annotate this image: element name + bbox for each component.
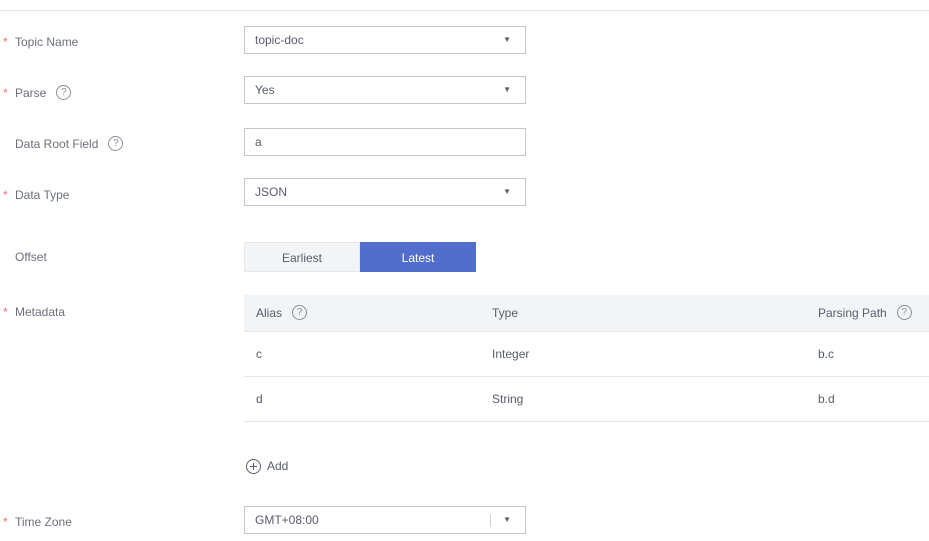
data-root-field-label-text: Data Root Field [15, 137, 99, 151]
required-marker: * [3, 86, 8, 100]
help-icon[interactable]: ? [56, 85, 72, 101]
parse-select[interactable]: Yes ▼ [244, 76, 526, 104]
add-metadata-button[interactable]: Add [246, 456, 288, 476]
data-type-label: * Data Type [0, 185, 69, 205]
alias-cell[interactable]: d [256, 377, 263, 421]
data-root-field-value: a [255, 135, 262, 149]
column-header-alias: Alias? [256, 295, 308, 331]
table-row: c Integer b.c [244, 332, 929, 377]
required-marker: * [3, 515, 8, 529]
offset-toggle: Earliest Latest [244, 242, 476, 272]
offset-earliest-button[interactable]: Earliest [244, 242, 360, 272]
chevron-down-icon: ▼ [503, 187, 511, 196]
data-type-select[interactable]: JSON ▼ [244, 178, 526, 206]
help-icon[interactable]: ? [896, 304, 912, 320]
required-marker: * [3, 305, 8, 319]
time-zone-label-text: Time Zone [15, 515, 72, 529]
column-header-type: Type [492, 306, 519, 320]
add-label: Add [267, 459, 289, 473]
chevron-down-icon: ▼ [503, 515, 511, 524]
table-header: Alias? Type Parsing Path? [244, 295, 929, 332]
offset-label: Offset [0, 247, 47, 267]
help-icon[interactable]: ? [292, 304, 308, 320]
add-circle-icon [246, 458, 261, 474]
topic-name-select[interactable]: topic-doc ▼ [244, 26, 526, 54]
data-root-field-input[interactable]: a [244, 128, 526, 156]
data-type-label-text: Data Type [15, 188, 70, 202]
parsing-path-cell[interactable]: b.c [818, 332, 834, 376]
select-divider [490, 514, 491, 527]
topic-name-label: * Topic Name [0, 32, 78, 52]
table-row: d String b.d [244, 377, 929, 422]
chevron-down-icon: ▼ [503, 35, 511, 44]
column-header-alias-text: Alias [256, 306, 283, 320]
offset-label-text: Offset [15, 250, 47, 264]
column-header-parsing-path-text: Parsing Path [818, 306, 887, 320]
type-cell[interactable]: String [492, 377, 523, 421]
metadata-label: * Metadata [0, 302, 65, 322]
time-zone-value: GMT+08:00 [255, 513, 319, 527]
divider [0, 10, 929, 11]
stream-config-form: * Topic Name topic-doc ▼ * Parse? Yes ▼ Da… [0, 0, 929, 541]
time-zone-select[interactable]: GMT+08:00 ▼ [244, 506, 526, 534]
required-marker: * [3, 35, 8, 49]
type-cell[interactable]: Integer [492, 332, 529, 376]
chevron-down-icon: ▼ [503, 85, 511, 94]
offset-latest-button[interactable]: Latest [360, 242, 476, 272]
time-zone-label: * Time Zone [0, 512, 72, 532]
metadata-table: Alias? Type Parsing Path? c Integer b.c … [244, 295, 929, 422]
help-icon[interactable]: ? [108, 136, 124, 152]
topic-name-value: topic-doc [255, 33, 304, 47]
parsing-path-cell[interactable]: b.d [818, 377, 835, 421]
data-root-field-label: Data Root Field? [0, 134, 124, 154]
parse-label-text: Parse [15, 86, 47, 100]
topic-name-label-text: Topic Name [15, 35, 79, 49]
metadata-label-text: Metadata [15, 305, 66, 319]
alias-cell[interactable]: c [256, 332, 262, 376]
parse-label: * Parse? [0, 83, 72, 103]
data-type-value: JSON [255, 185, 288, 199]
required-marker: * [3, 188, 8, 202]
column-header-parsing-path: Parsing Path? [818, 295, 912, 331]
parse-value: Yes [255, 83, 275, 97]
